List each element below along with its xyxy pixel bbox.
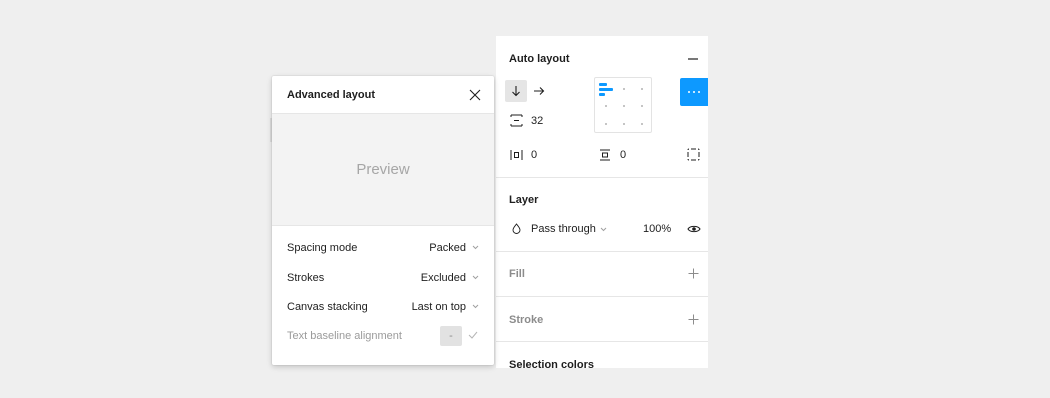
section-divider <box>496 251 708 252</box>
selection-colors-title: Selection colors <box>509 359 594 368</box>
minus-icon[interactable] <box>688 58 698 60</box>
layout-preview: Preview <box>272 114 494 226</box>
align-bar-1 <box>599 83 607 86</box>
blend-mode-icon <box>512 223 521 234</box>
auto-layout-title: Auto layout <box>509 53 570 65</box>
advanced-layout-popup: Advanced layout Preview Spacing mode Pac… <box>272 76 494 365</box>
horizontal-padding-value[interactable]: 0 <box>531 149 537 161</box>
individual-padding-icon[interactable] <box>687 148 700 161</box>
chevron-down-icon[interactable] <box>472 275 479 280</box>
close-icon[interactable] <box>468 88 482 102</box>
horizontal-padding-icon <box>510 149 523 161</box>
vertical-padding-value[interactable]: 0 <box>620 149 626 161</box>
align-dot[interactable] <box>641 105 643 107</box>
align-bar-2 <box>599 88 613 91</box>
more-dot <box>693 91 695 93</box>
more-options-button[interactable] <box>680 78 708 106</box>
text-baseline-alignment-row: Text baseline alignment - <box>272 322 494 350</box>
strokes-row[interactable]: Strokes Excluded <box>272 264 494 292</box>
alignment-grid[interactable] <box>594 77 652 133</box>
add-stroke-icon[interactable] <box>688 314 699 325</box>
blend-mode-select[interactable]: Pass through <box>531 223 596 235</box>
vertical-padding-icon <box>599 149 611 161</box>
section-divider <box>496 177 708 178</box>
add-fill-icon[interactable] <box>688 268 699 279</box>
spacing-mode-select[interactable]: Packed <box>429 242 466 254</box>
section-divider <box>496 341 708 342</box>
align-dot[interactable] <box>641 123 643 125</box>
eye-icon[interactable] <box>687 224 701 234</box>
row-label: Text baseline alignment <box>287 330 402 342</box>
properties-panel: Auto layout 32 0 0 Layer Pass through 10… <box>496 36 708 368</box>
arrow-down-icon[interactable] <box>505 80 527 102</box>
section-divider <box>496 296 708 297</box>
chevron-down-icon[interactable] <box>472 245 479 250</box>
check-icon <box>468 331 478 339</box>
align-dot[interactable] <box>623 88 625 90</box>
arrow-right-icon[interactable] <box>528 80 550 102</box>
opacity-value[interactable]: 100% <box>643 223 671 235</box>
row-label: Spacing mode <box>287 242 358 254</box>
chevron-down-icon[interactable] <box>600 227 607 232</box>
popup-header: Advanced layout <box>272 76 494 114</box>
layer-title: Layer <box>509 194 539 206</box>
spacing-mode-row[interactable]: Spacing mode Packed <box>272 234 494 262</box>
baseline-alignment-toggle[interactable]: - <box>440 326 462 346</box>
align-dot[interactable] <box>623 105 625 107</box>
align-dot[interactable] <box>641 88 643 90</box>
align-dot[interactable] <box>605 105 607 107</box>
align-bar-3 <box>599 93 605 96</box>
gap-value[interactable]: 32 <box>531 115 543 127</box>
canvas-stacking-select[interactable]: Last on top <box>412 301 466 313</box>
row-label: Canvas stacking <box>287 301 368 313</box>
canvas-stacking-row[interactable]: Canvas stacking Last on top <box>272 293 494 321</box>
chevron-down-icon[interactable] <box>472 304 479 309</box>
row-label: Strokes <box>287 272 325 284</box>
strokes-select[interactable]: Excluded <box>421 272 466 284</box>
vertical-gap-icon <box>510 114 523 127</box>
more-horizontal-icon <box>688 91 690 93</box>
align-dot[interactable] <box>605 123 607 125</box>
align-dot[interactable] <box>623 123 625 125</box>
more-dot <box>698 91 700 93</box>
preview-label: Preview <box>356 161 410 178</box>
stroke-title: Stroke <box>509 314 544 326</box>
fill-title: Fill <box>509 268 525 280</box>
popup-title: Advanced layout <box>287 89 376 101</box>
